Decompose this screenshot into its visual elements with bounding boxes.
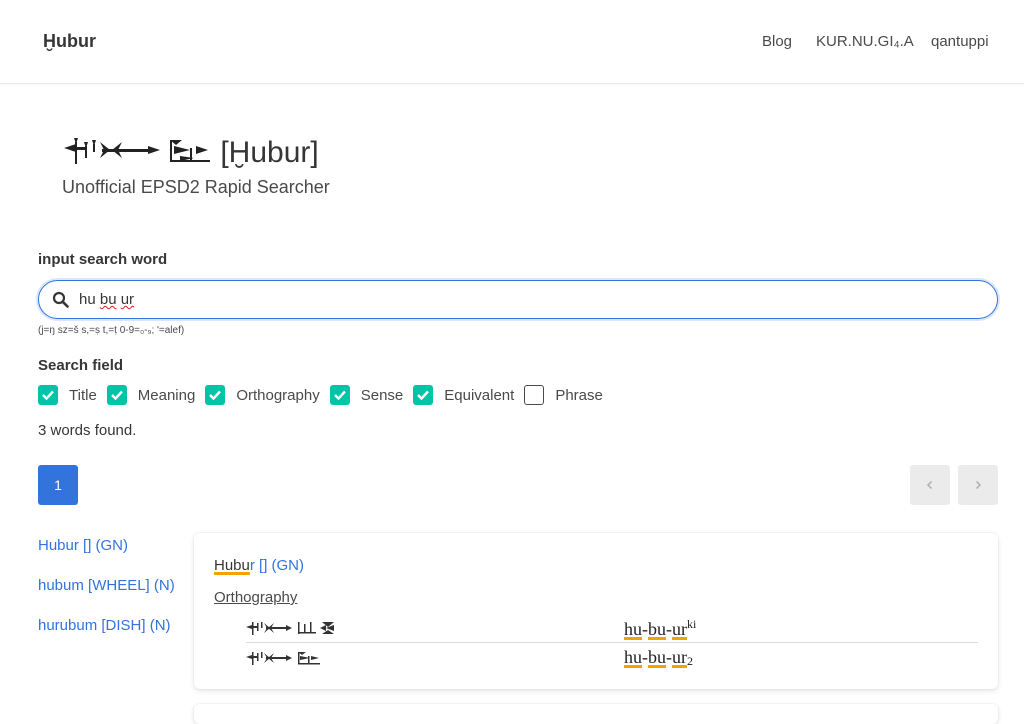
nav-kur-nu-gi-a[interactable]: KUR.NU.GI₄.A [816,33,914,50]
transliteration: hu-bu-urki [624,617,697,639]
chevron-left-icon [926,480,933,490]
page-title: [Ḫubur] [62,134,319,170]
detail-card: Hubur [] (GN) Orthography hu-bu-urki hu-… [194,533,998,689]
next-page-button[interactable] [958,465,998,505]
detail-title[interactable]: Hubur [] (GN) [214,557,304,574]
syllable: bu [648,647,666,667]
search-input[interactable] [79,287,979,313]
syllable: hu [624,619,642,639]
results-count: 3 words found. [38,422,137,439]
checkbox-checked-icon [38,385,58,405]
nav-blog[interactable]: Blog [762,33,792,50]
checkbox-meaning-label: Meaning [137,386,196,404]
search-box: hu bu ur [38,280,998,319]
nav-qantuppi[interactable]: qantuppi [931,33,989,50]
determinative: ki [687,617,697,631]
checkbox-sense-label: Sense [360,386,404,404]
checkbox-unchecked-icon [524,385,545,405]
checkbox-phrase[interactable]: Phrase [524,385,603,405]
result-link[interactable]: Hubur [] (GN) [38,537,128,554]
checkbox-phrase-label: Phrase [555,386,603,404]
orthography-row: hu-bu-ur2 [246,643,978,673]
orthography-heading: Orthography [214,589,298,606]
checkbox-orthography-label: Orthography [236,386,320,404]
syllable: hu [624,647,642,667]
checkbox-checked-icon [413,385,434,405]
search-field-label: Search field [38,357,124,374]
brand-logo[interactable]: Ḫubur [43,31,96,52]
chevron-right-icon [975,480,982,490]
detail-title-match: Hubu [214,557,250,574]
syllable: ur [672,647,687,667]
cuneiform-hubur-ki-icon [246,622,334,635]
navbar: Ḫubur Blog KUR.NU.GI₄.A qantuppi [0,0,1024,84]
checkbox-equivalent[interactable]: Equivalent [413,385,514,405]
sign-index: 2 [687,654,693,668]
checkbox-title[interactable]: Title [38,385,97,405]
orthography-row: hu-bu-urki [246,613,978,643]
checkbox-checked-icon [106,385,127,405]
checkbox-title-label: Title [69,386,97,404]
cuneiform-hubur2-icon [246,652,320,665]
next-card-edge [194,704,998,724]
search-field-options: Title Meaning Orthography Sense Equivale… [38,385,613,405]
search-label: input search word [38,251,168,268]
checkbox-checked-icon [205,385,226,405]
checkbox-sense[interactable]: Sense [329,385,404,405]
result-link[interactable]: hubum [WHEEL] (N) [38,577,175,594]
search-hint: (j=ŋ sz=š s,=ṣ t,=ṭ 0-9=₀-₉; '=alef) [38,325,185,336]
transliteration: hu-bu-ur2 [624,647,693,668]
cuneiform-hubur-icon [64,138,210,164]
checkbox-checked-icon [329,385,350,405]
checkbox-equivalent-label: Equivalent [444,386,515,404]
result-link[interactable]: hurubum [DISH] (N) [38,617,171,634]
syllable: ur [672,619,687,639]
checkbox-orthography[interactable]: Orthography [205,385,320,405]
page-subtitle: Unofficial EPSD2 Rapid Searcher [62,177,330,197]
page-1-button[interactable]: 1 [38,465,78,505]
detail-title-rest: r [] (GN) [249,557,305,574]
page-title-text: [Ḫubur] [220,136,319,169]
previous-page-button[interactable] [910,465,950,505]
checkbox-meaning[interactable]: Meaning [106,385,196,405]
search-icon [52,291,69,308]
syllable: bu [648,619,666,639]
